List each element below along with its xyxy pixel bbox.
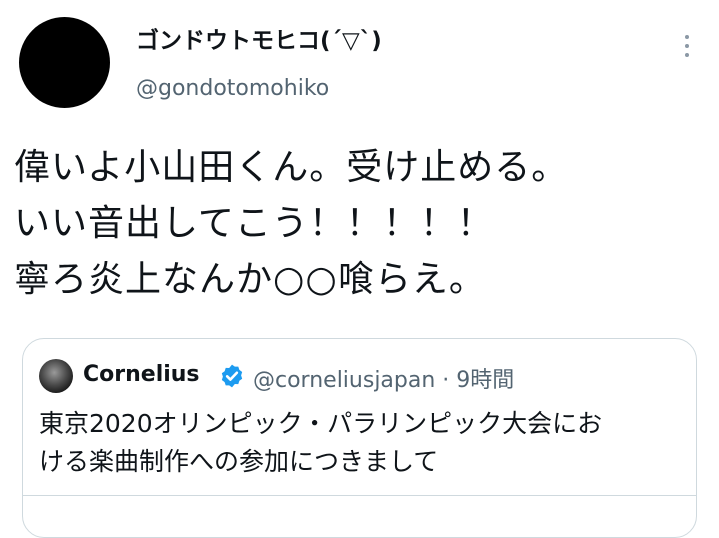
- quoted-handle-time: @corneliusjapan · 9時間: [253, 368, 515, 393]
- quoted-display-name: Cornelius: [83, 362, 200, 387]
- avatar[interactable]: [19, 17, 110, 108]
- username[interactable]: @gondotomohiko: [136, 75, 329, 103]
- quoted-text-line: ける楽曲制作への参加につきまして: [39, 447, 439, 476]
- tweet-text-line: いい音出してこう！！！！！: [14, 203, 494, 244]
- quoted-media-preview[interactable]: [23, 495, 696, 537]
- more-vertical-icon[interactable]: [678, 28, 696, 64]
- verified-badge-icon: [221, 364, 243, 388]
- display-name[interactable]: ゴンドウトモヒコ(´▽`): [136, 26, 382, 56]
- tweet-text-line: 寧ろ炎上なんか○○喰らえ。: [14, 259, 486, 300]
- tweet-text: 偉いよ小山田くん。受け止める。 いい音出してこう！！！！！ 寧ろ炎上なんか○○喰…: [14, 140, 704, 308]
- quoted-text-line: 東京2020オリンピック・パラリンピック大会にお: [39, 409, 603, 438]
- quoted-tweet-card[interactable]: Cornelius @corneliusjapan · 9時間 東京2020オリ…: [22, 338, 697, 538]
- quoted-text: 東京2020オリンピック・パラリンピック大会にお ける楽曲制作への参加につきまし…: [39, 405, 689, 481]
- tweet-text-line: 偉いよ小山田くん。受け止める。: [14, 147, 569, 188]
- quoted-avatar: [39, 359, 73, 393]
